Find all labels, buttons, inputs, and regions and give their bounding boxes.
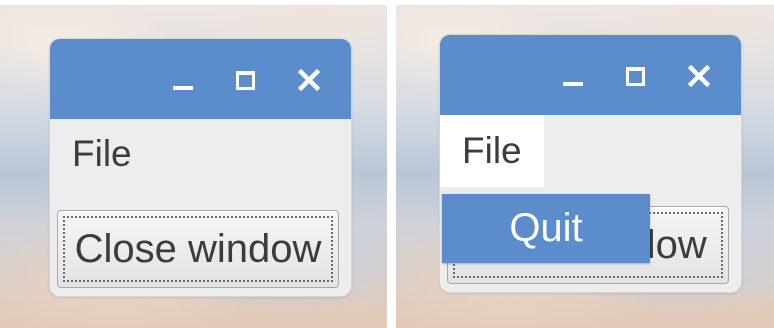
minimize-button[interactable] — [554, 57, 592, 95]
maximize-button[interactable] — [226, 61, 264, 99]
close-window-button[interactable]: Close window — [57, 210, 339, 288]
close-icon — [298, 69, 320, 91]
title-bar[interactable] — [50, 39, 351, 119]
maximize-icon — [235, 70, 255, 90]
close-button[interactable] — [680, 57, 718, 95]
maximize-button[interactable] — [616, 57, 654, 95]
menu-item-quit[interactable]: Quit — [442, 194, 650, 263]
right-screenshot-panel: File Close window Quit — [396, 5, 774, 328]
minimize-icon — [563, 82, 583, 86]
menu-bar: File — [50, 119, 351, 189]
menu-file-open[interactable]: File — [440, 115, 544, 187]
close-window-label: Close window — [74, 226, 322, 271]
minimize-button[interactable] — [164, 61, 202, 99]
close-icon — [688, 65, 710, 87]
maximize-icon — [625, 66, 645, 86]
app-window: File Close window — [50, 39, 351, 296]
title-bar[interactable] — [440, 35, 741, 115]
close-button[interactable] — [290, 61, 328, 99]
left-screenshot-panel: File Close window — [0, 5, 387, 328]
minimize-icon — [173, 86, 193, 90]
menu-bar: File — [440, 115, 741, 187]
menu-file[interactable]: File — [50, 119, 154, 189]
